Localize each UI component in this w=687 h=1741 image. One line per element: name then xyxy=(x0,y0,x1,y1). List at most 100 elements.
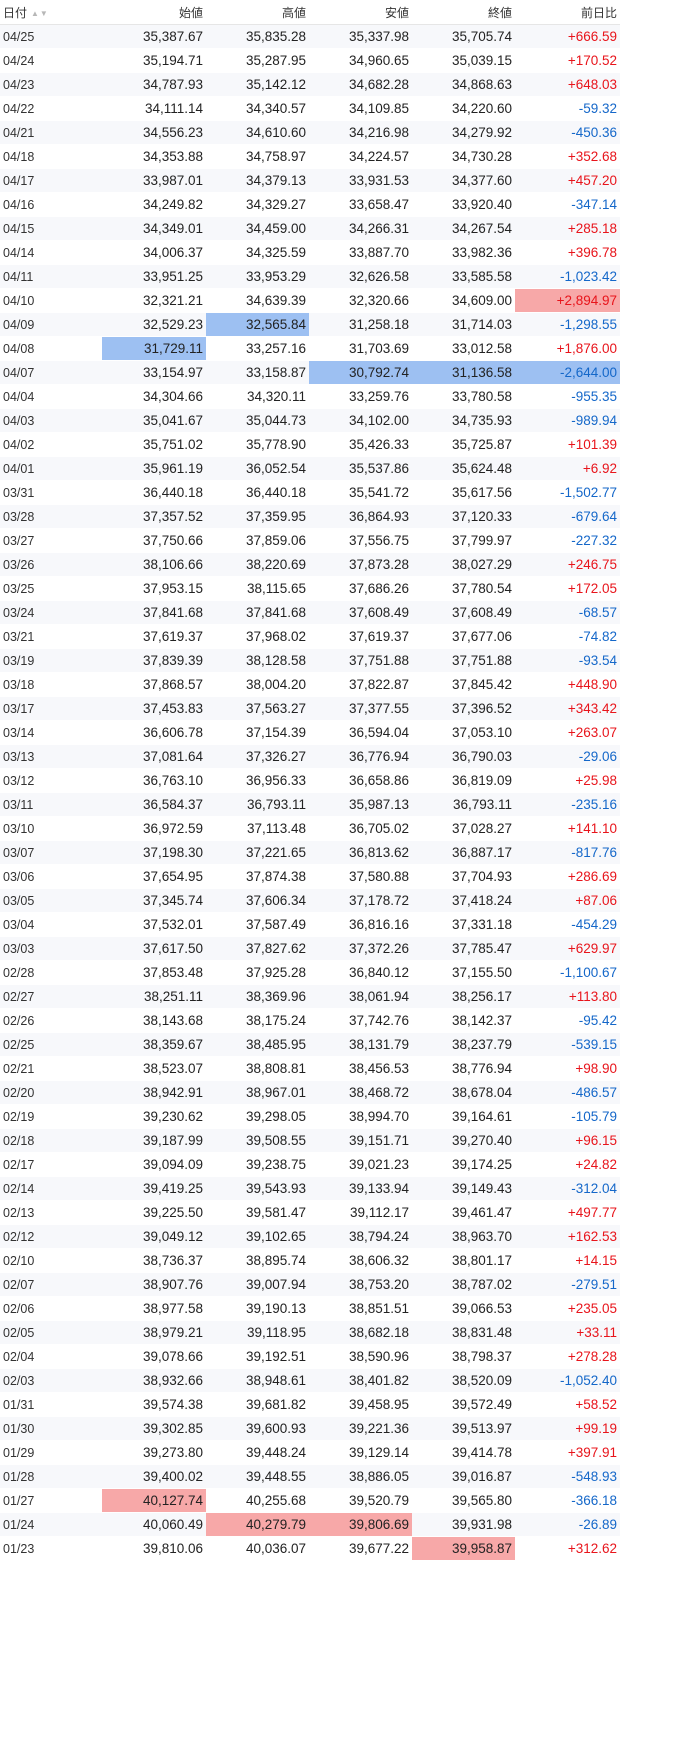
open-cell: 39,049.12 xyxy=(102,1224,206,1249)
low-cell: 35,337.98 xyxy=(309,24,412,49)
high-cell: 32,565.84 xyxy=(206,312,309,337)
column-header-close[interactable]: 終値 xyxy=(412,0,515,25)
table-row: 02/06 38,977.58 39,190.13 38,851.51 39,066.5… xyxy=(0,1296,620,1321)
date-cell: 03/24 xyxy=(0,600,102,625)
low-cell: 37,751.88 xyxy=(309,648,412,673)
close-cell: 39,513.97 xyxy=(412,1416,515,1441)
table-row: 03/14 36,606.78 37,154.39 36,594.04 37,053.1… xyxy=(0,720,620,745)
high-cell: 39,102.65 xyxy=(206,1224,309,1249)
low-cell: 38,994.70 xyxy=(309,1104,412,1129)
change-cell: +99.19 xyxy=(515,1416,620,1441)
date-cell: 04/24 xyxy=(0,48,102,73)
change-cell: -450.36 xyxy=(515,120,620,145)
close-cell: 37,677.06 xyxy=(412,624,515,649)
date-cell: 04/23 xyxy=(0,72,102,97)
date-cell: 03/21 xyxy=(0,624,102,649)
table-row: 03/03 37,617.50 37,827.62 37,372.26 37,785.4… xyxy=(0,936,620,961)
high-cell: 35,835.28 xyxy=(206,24,309,49)
change-cell: +170.52 xyxy=(515,48,620,73)
column-header-low[interactable]: 安値 xyxy=(309,0,412,25)
high-cell: 39,118.95 xyxy=(206,1320,309,1345)
table-row: 02/13 39,225.50 39,581.47 39,112.17 39,461.4… xyxy=(0,1200,620,1225)
table-row: 03/11 36,584.37 36,793.11 35,987.13 36,793.1… xyxy=(0,792,620,817)
date-cell: 02/07 xyxy=(0,1272,102,1297)
close-cell: 38,520.09 xyxy=(412,1368,515,1393)
close-cell: 34,220.60 xyxy=(412,96,515,121)
table-row: 03/26 38,106.66 38,220.69 37,873.28 38,027.2… xyxy=(0,552,620,577)
high-cell: 38,004.20 xyxy=(206,672,309,697)
price-history-panel: 日付 ▲▼ 始値 高値 安値 終値 前日比 04/25 35,387.67 35,83… xyxy=(0,0,620,1561)
table-row: 01/23 39,810.06 40,036.07 39,677.22 39,958.8… xyxy=(0,1536,620,1561)
high-cell: 37,841.68 xyxy=(206,600,309,625)
high-cell: 39,190.13 xyxy=(206,1296,309,1321)
low-cell: 37,580.88 xyxy=(309,864,412,889)
change-cell: -235.16 xyxy=(515,792,620,817)
low-cell: 34,682.28 xyxy=(309,72,412,97)
low-cell: 38,401.82 xyxy=(309,1368,412,1393)
sort-arrows-icon[interactable]: ▲▼ xyxy=(31,9,49,18)
table-row: 03/21 37,619.37 37,968.02 37,619.37 37,677.0… xyxy=(0,624,620,649)
open-cell: 37,750.66 xyxy=(102,528,206,553)
date-cell: 03/11 xyxy=(0,792,102,817)
date-cell: 02/12 xyxy=(0,1224,102,1249)
change-cell: -68.57 xyxy=(515,600,620,625)
change-cell: +1,876.00 xyxy=(515,336,620,361)
date-cell: 03/28 xyxy=(0,504,102,529)
open-cell: 38,143.68 xyxy=(102,1008,206,1033)
column-header-change[interactable]: 前日比 xyxy=(515,0,620,25)
change-cell: +98.90 xyxy=(515,1056,620,1081)
change-cell: -486.57 xyxy=(515,1080,620,1105)
column-header-high[interactable]: 高値 xyxy=(206,0,309,25)
close-cell: 35,725.87 xyxy=(412,432,515,457)
high-cell: 37,925.28 xyxy=(206,960,309,985)
table-row: 04/17 33,987.01 34,379.13 33,931.53 34,377.6… xyxy=(0,168,620,193)
change-cell: +497.77 xyxy=(515,1200,620,1225)
high-cell: 39,007.94 xyxy=(206,1272,309,1297)
table-row: 04/02 35,751.02 35,778.90 35,426.33 35,725.8… xyxy=(0,432,620,457)
date-cell: 03/26 xyxy=(0,552,102,577)
column-header-date[interactable]: 日付 ▲▼ xyxy=(0,0,102,25)
date-cell: 03/14 xyxy=(0,720,102,745)
table-row: 02/26 38,143.68 38,175.24 37,742.76 38,142.3… xyxy=(0,1008,620,1033)
high-cell: 38,485.95 xyxy=(206,1032,309,1057)
open-cell: 39,574.38 xyxy=(102,1392,206,1417)
change-cell: -93.54 xyxy=(515,648,620,673)
open-cell: 38,736.37 xyxy=(102,1248,206,1273)
table-row: 03/07 37,198.30 37,221.65 36,813.62 36,887.1… xyxy=(0,840,620,865)
table-row: 01/28 39,400.02 39,448.55 38,886.05 39,016.8… xyxy=(0,1464,620,1489)
table-row: 04/25 35,387.67 35,835.28 35,337.98 35,705.7… xyxy=(0,24,620,49)
high-cell: 39,448.24 xyxy=(206,1440,309,1465)
table-row: 02/07 38,907.76 39,007.94 38,753.20 38,787.0… xyxy=(0,1272,620,1297)
open-cell: 39,078.66 xyxy=(102,1344,206,1369)
table-row: 04/15 34,349.01 34,459.00 34,266.31 34,267.5… xyxy=(0,216,620,241)
table-row: 04/16 34,249.82 34,329.27 33,658.47 33,920.4… xyxy=(0,192,620,217)
high-cell: 39,192.51 xyxy=(206,1344,309,1369)
open-cell: 38,907.76 xyxy=(102,1272,206,1297)
change-cell: -279.51 xyxy=(515,1272,620,1297)
change-cell: +172.05 xyxy=(515,576,620,601)
table-row: 02/27 38,251.11 38,369.96 38,061.94 38,256.1… xyxy=(0,984,620,1009)
high-cell: 37,563.27 xyxy=(206,696,309,721)
change-cell: +343.42 xyxy=(515,696,620,721)
high-cell: 38,967.01 xyxy=(206,1080,309,1105)
high-cell: 40,255.68 xyxy=(206,1488,309,1513)
date-cell: 02/18 xyxy=(0,1128,102,1153)
change-cell: +235.05 xyxy=(515,1296,620,1321)
open-cell: 37,619.37 xyxy=(102,624,206,649)
low-cell: 38,590.96 xyxy=(309,1344,412,1369)
high-cell: 38,175.24 xyxy=(206,1008,309,1033)
high-cell: 35,142.12 xyxy=(206,72,309,97)
date-cell: 02/14 xyxy=(0,1176,102,1201)
close-cell: 38,678.04 xyxy=(412,1080,515,1105)
change-cell: -227.32 xyxy=(515,528,620,553)
high-cell: 33,257.16 xyxy=(206,336,309,361)
table-row: 03/12 36,763.10 36,956.33 36,658.86 36,819.0… xyxy=(0,768,620,793)
date-cell: 02/06 xyxy=(0,1296,102,1321)
table-row: 03/24 37,841.68 37,841.68 37,608.49 37,608.4… xyxy=(0,600,620,625)
high-cell: 38,369.96 xyxy=(206,984,309,1009)
high-cell: 37,968.02 xyxy=(206,624,309,649)
close-cell: 33,012.58 xyxy=(412,336,515,361)
high-cell: 37,606.34 xyxy=(206,888,309,913)
open-cell: 37,953.15 xyxy=(102,576,206,601)
column-header-open[interactable]: 始値 xyxy=(102,0,206,25)
